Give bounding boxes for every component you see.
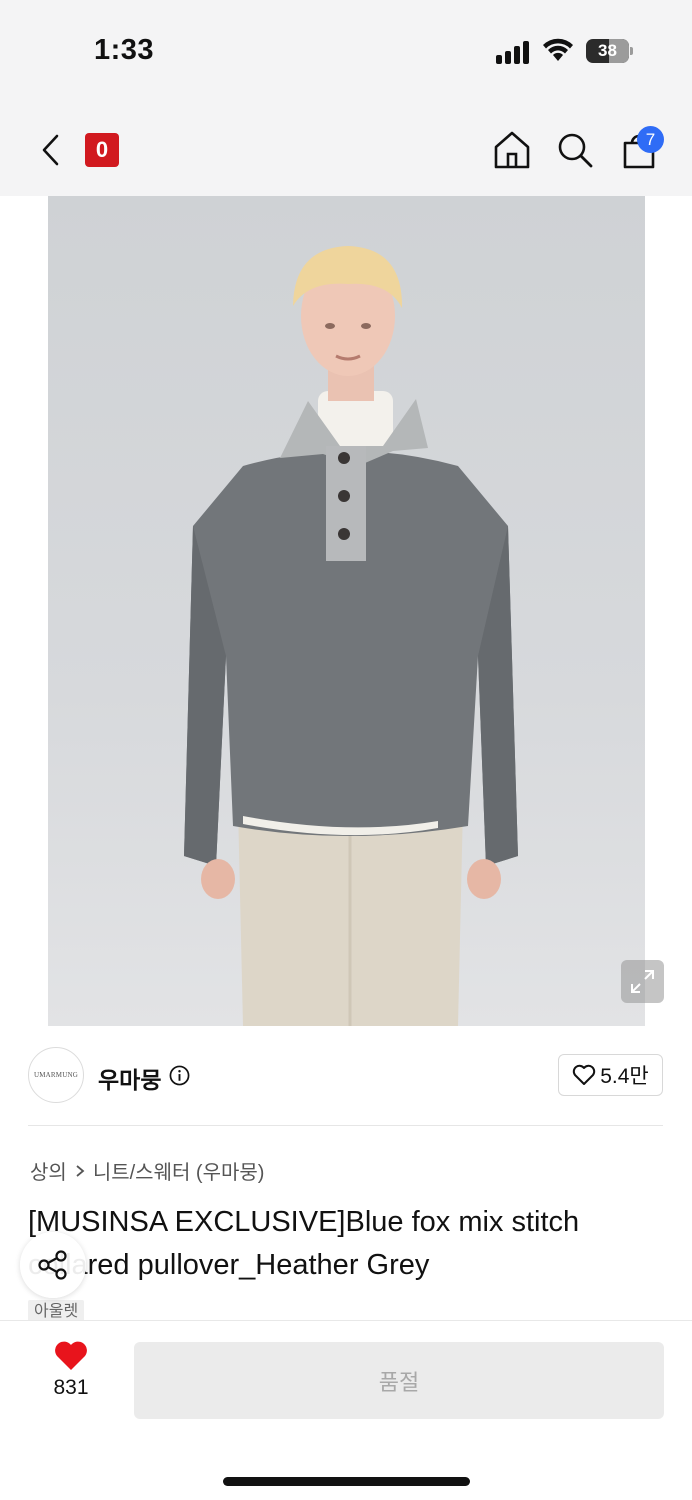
- breadcrumb-level1[interactable]: 상의: [30, 1156, 67, 1185]
- heart-icon: [55, 1341, 87, 1370]
- signal-icon: [496, 40, 532, 64]
- search-icon: [558, 133, 593, 168]
- share-icon: [38, 1250, 67, 1280]
- chevron-right-icon: [76, 1164, 85, 1177]
- divider: [28, 1125, 663, 1126]
- product-title: [MUSINSA EXCLUSIVE]Blue fox mix stitch c…: [28, 1206, 580, 1281]
- breadcrumb-level2[interactable]: 니트/스웨터 (우마뭉): [93, 1156, 265, 1185]
- search-button[interactable]: [553, 128, 597, 172]
- home-button[interactable]: [490, 128, 534, 172]
- brand-like-count: 5.4만: [600, 1065, 649, 1088]
- heart-outline-icon: [573, 1064, 596, 1085]
- info-icon[interactable]: [169, 1065, 190, 1086]
- home-icon: [494, 131, 530, 169]
- sold-out-button[interactable]: 품절: [134, 1342, 664, 1419]
- expand-icon: [631, 970, 654, 993]
- product-image[interactable]: [48, 196, 645, 1026]
- wishlist-count: 831: [53, 1376, 89, 1399]
- back-icon: [42, 134, 59, 166]
- status-time: 1:33: [94, 34, 155, 66]
- battery-level: 38: [598, 41, 617, 60]
- brand-avatar[interactable]: UMARMUNG: [28, 1047, 84, 1103]
- status-bar: 1:33 38: [0, 0, 692, 100]
- brand-like-button[interactable]: 5.4만: [558, 1054, 663, 1096]
- share-button[interactable]: [20, 1232, 86, 1298]
- wishlist-button[interactable]: 831: [40, 1340, 102, 1412]
- wifi-icon: [543, 38, 573, 61]
- breadcrumb: 상의 니트/스웨터 (우마뭉): [30, 1156, 264, 1185]
- store-logo[interactable]: 0: [85, 133, 119, 167]
- back-button[interactable]: [30, 128, 70, 172]
- product-photo-illustration: [184, 246, 518, 1026]
- cart-count-badge: 7: [637, 126, 664, 153]
- battery-icon: 38: [586, 39, 633, 63]
- home-indicator: [223, 1477, 470, 1486]
- brand-name[interactable]: 우마뭉: [98, 1061, 161, 1095]
- expand-image-button[interactable]: [621, 960, 664, 1003]
